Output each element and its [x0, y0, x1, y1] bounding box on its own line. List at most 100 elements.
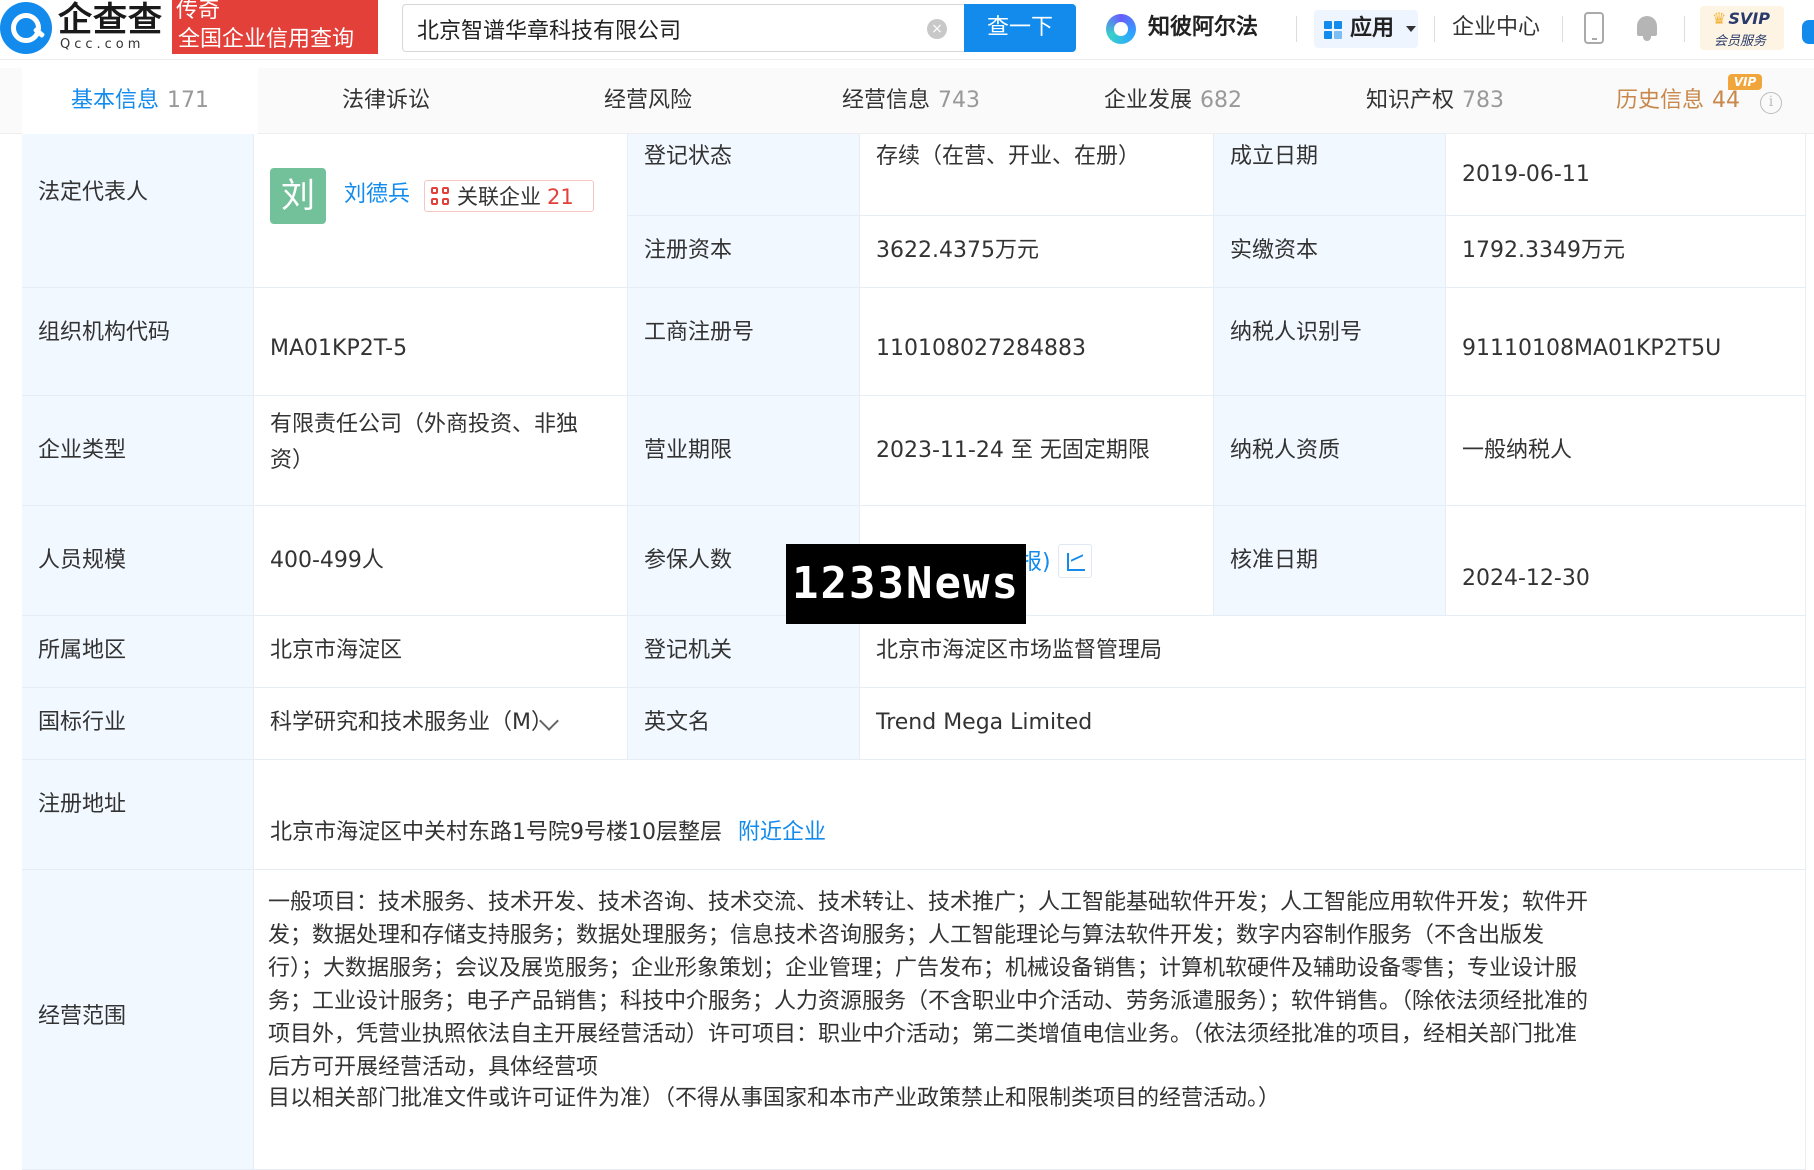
approved-label: 核准日期: [1230, 548, 1319, 573]
relation-graph-icon: [431, 187, 451, 207]
paid-capital-value: 1792.3349万元: [1462, 238, 1625, 263]
reg-capital-value: 3622.4375万元: [876, 238, 1039, 263]
mobile-phone-icon[interactable]: [1584, 12, 1604, 44]
tab-label: 法律诉讼: [342, 88, 431, 113]
value-cell: 1792.3349万元: [1446, 216, 1806, 288]
industry-cell[interactable]: 科学研究和技术服务业（M）: [254, 688, 628, 760]
tab-legal[interactable]: 法律诉讼: [342, 68, 430, 134]
app-menu-label: 应用: [1350, 16, 1395, 41]
app-menu-button[interactable]: 应用: [1314, 10, 1418, 48]
value-cell: 110108027284883: [860, 288, 1214, 396]
label-cell: 核准日期: [1214, 506, 1446, 616]
org-code-label: 组织机构代码: [38, 320, 171, 345]
label-cell: 经营范围: [22, 870, 254, 1170]
value-cell: 一般项目：技术服务、技术开发、技术咨询、技术交流、技术转让、技术推广；人工智能基…: [254, 870, 1806, 1170]
nav-enterprise-center[interactable]: 企业中心: [1452, 0, 1540, 56]
chevron-down-icon: [1406, 26, 1416, 32]
nav-divider: [1434, 16, 1435, 42]
nav-divider: [1296, 16, 1297, 42]
english-name-label: 英文名: [644, 710, 711, 735]
promo-banner[interactable]: 传奇 全国企业信用查询: [172, 0, 378, 54]
label-cell: 成立日期: [1214, 134, 1446, 216]
label-cell: 人员规模: [22, 506, 254, 616]
label-cell: 英文名: [628, 688, 860, 760]
value-cell: 2023-11-24 至 无固定期限: [860, 396, 1214, 506]
side-float-icon[interactable]: [1802, 20, 1814, 44]
clear-icon[interactable]: ×: [927, 19, 947, 39]
svip-sub-label: 会员服务: [1714, 34, 1767, 49]
tab-risk[interactable]: 经营风险: [604, 68, 692, 134]
watermark-logo: 1233News: [786, 544, 1026, 624]
label-cell: 登记状态: [628, 134, 860, 216]
value-cell: 一般纳税人: [1446, 396, 1806, 506]
staff-label: 人员规模: [38, 548, 127, 573]
taxpayer-qual-value: 一般纳税人: [1462, 438, 1573, 463]
label-cell: 纳税人资质: [1214, 396, 1446, 506]
vip-badge: VIP: [1728, 74, 1762, 90]
search-input[interactable]: [417, 14, 907, 44]
tab-count: 171: [167, 88, 209, 113]
industry-value: 科学研究和技术服务业（M）: [270, 710, 553, 735]
logo-text[interactable]: 企查查: [58, 0, 163, 40]
taxpayer-id-value: 91110108MA01KP2T5U: [1462, 336, 1722, 361]
label-cell: 企业类型: [22, 396, 254, 506]
founded-value: 2019-06-11: [1462, 162, 1590, 187]
company-type-value-cont: 资）: [270, 448, 315, 473]
taxpayer-qual-label: 纳税人资质: [1230, 438, 1341, 463]
nearby-companies-link[interactable]: 附近企业: [738, 820, 826, 845]
tab-basic-info[interactable]: 基本信息 171: [22, 68, 258, 134]
company-type-value: 有限责任公司（外商投资、非独: [270, 412, 579, 437]
nav-divider: [1562, 16, 1563, 42]
tab-label: 经营信息: [842, 88, 931, 113]
scope-text: 一般项目：技术服务、技术开发、技术咨询、技术交流、技术转让、技术推广；人工智能基…: [268, 890, 1589, 1080]
value-cell: 2024-12-30: [1446, 506, 1806, 616]
avatar[interactable]: 刘: [270, 168, 326, 224]
tab-count: 743: [938, 88, 981, 113]
svip-button[interactable]: SVIP 会员服务: [1700, 6, 1784, 50]
basic-info-table: 法定代表人 刘 刘德兵 关联企业 21 登记状态 存续（在营、开业、在册） 成立日…: [22, 134, 1806, 1170]
legal-rep-name-link[interactable]: 刘德兵: [344, 180, 410, 210]
bell-icon[interactable]: [1634, 14, 1660, 42]
trend-chart-icon[interactable]: [1058, 544, 1092, 578]
tab-ip[interactable]: 知识产权 783: [1366, 68, 1504, 134]
value-cell: 有限责任公司（外商投资、非独 资）: [254, 396, 628, 506]
tab-operations[interactable]: 经营信息 743: [842, 68, 980, 134]
zhibo-logo-icon[interactable]: [1106, 14, 1136, 44]
grid-icon: [1324, 21, 1342, 39]
tab-label: 历史信息: [1616, 88, 1705, 113]
tab-count: 682: [1200, 88, 1243, 113]
nav-zhibo[interactable]: 知彼阿尔法: [1148, 0, 1258, 56]
label-cell: 注册资本: [628, 216, 860, 288]
paid-capital-label: 实缴资本: [1230, 238, 1319, 263]
legal-rep-label: 法定代表人: [38, 180, 149, 205]
tab-label: 经营风险: [604, 88, 693, 113]
tab-history[interactable]: 历史信息 44: [1616, 68, 1740, 134]
legal-rep-cell: 刘 刘德兵 关联企业 21: [254, 134, 628, 288]
logo-subtext: Qcc.com: [60, 37, 145, 52]
info-icon[interactable]: i: [1760, 92, 1782, 114]
company-type-label: 企业类型: [38, 438, 127, 463]
value-cell: 北京市海淀区中关村东路1号院9号楼10层整层 附近企业: [254, 760, 1806, 870]
value-cell: 2019-06-11: [1446, 134, 1806, 216]
related-companies-button[interactable]: 关联企业 21: [424, 180, 594, 212]
term-value: 2023-11-24 至 无固定期限: [876, 438, 1150, 463]
taxpayer-id-label: 纳税人识别号: [1230, 320, 1363, 345]
tab-development[interactable]: 企业发展 682: [1104, 68, 1242, 134]
term-label: 营业期限: [644, 438, 733, 463]
value-cell: MA01KP2T-5: [254, 288, 628, 396]
insured-label: 参保人数: [644, 548, 733, 573]
top-bar: 企查查 Qcc.com 传奇 全国企业信用查询 × 查一下 知彼阿尔法 应用 企…: [0, 0, 1814, 60]
qcc-logo-icon[interactable]: [0, 2, 52, 54]
biz-reg-no-value: 110108027284883: [876, 336, 1086, 361]
search-button[interactable]: 查一下: [964, 4, 1076, 52]
tab-label: 知识产权: [1366, 88, 1455, 113]
industry-label: 国标行业: [38, 710, 127, 735]
reg-status-value: 存续（在营、开业、在册）: [876, 144, 1141, 169]
promo-line1: 传奇: [176, 0, 221, 23]
scope-label: 经营范围: [38, 1004, 127, 1029]
approved-value: 2024-12-30: [1462, 566, 1590, 591]
value-cell: 400-499人: [254, 506, 628, 616]
label-cell: 国标行业: [22, 688, 254, 760]
address-value: 北京市海淀区中关村东路1号院9号楼10层整层 附近企业: [270, 820, 827, 845]
address-label: 注册地址: [38, 792, 127, 817]
